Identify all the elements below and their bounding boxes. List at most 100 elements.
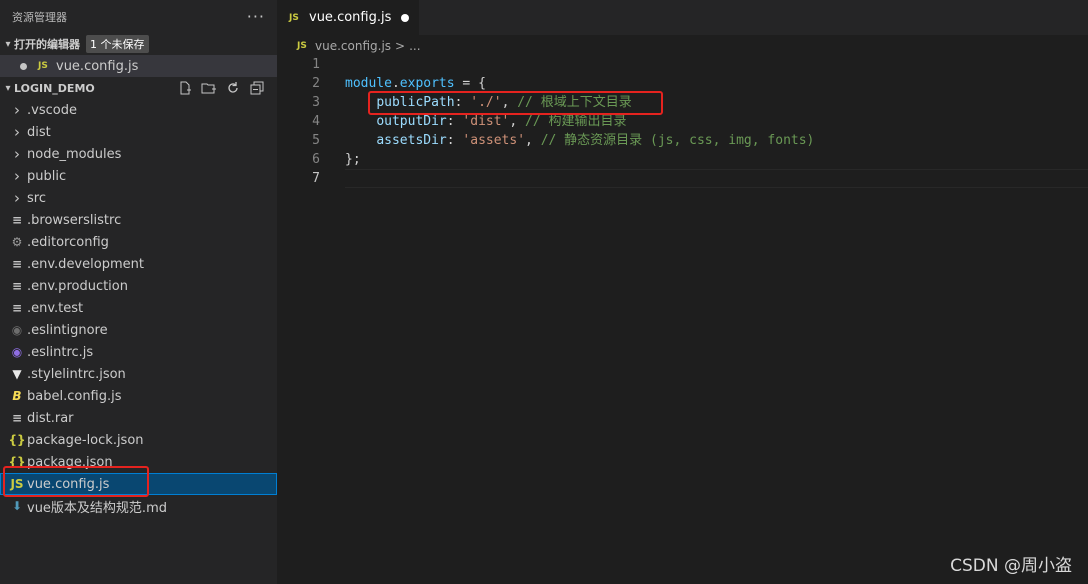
file-item[interactable]: ≡ .browserslistrc <box>0 209 277 231</box>
folder-item[interactable]: › node_modules <box>0 143 277 165</box>
code-token: assetsDir <box>376 133 447 148</box>
code-token: : <box>446 114 463 129</box>
tree-item-label: .env.test <box>27 300 84 316</box>
unsaved-badge: 1 个未保存 <box>86 35 149 53</box>
tree-item-label: babel.config.js <box>27 388 122 404</box>
eslint-ignore-icon: ◉ <box>11 323 23 337</box>
editor-area: JS vue.config.js JS vue.config.js > ... … <box>277 0 1088 584</box>
open-editors-title: 打开的编辑器 <box>14 38 80 51</box>
open-editor-item[interactable]: JS vue.config.js <box>0 55 277 77</box>
tree-item-label: vue版本及结构规范.md <box>27 500 167 516</box>
chevron-down-icon: ▾ <box>5 82 11 94</box>
text-file-icon: ≡ <box>11 213 23 227</box>
code-token: , <box>501 95 518 110</box>
code-token: // 根域上下文目录 <box>517 95 632 110</box>
file-item[interactable]: ≡ .env.development <box>0 253 277 275</box>
folder-item[interactable]: › .vscode <box>0 99 277 121</box>
json-icon: {} <box>8 433 26 447</box>
code-line[interactable]: 2 module.exports = { <box>277 74 1088 93</box>
code-token: module <box>345 76 392 91</box>
refresh-icon[interactable] <box>225 80 241 96</box>
code-token: 'dist' <box>462 114 510 129</box>
tree-item-label: .eslintignore <box>27 322 108 338</box>
collapse-all-icon[interactable] <box>249 80 265 96</box>
breadcrumb-file[interactable]: vue.config.js <box>315 39 391 53</box>
tree-item-label: src <box>27 190 46 206</box>
tab-label: vue.config.js <box>309 10 392 25</box>
file-item[interactable]: ≡ dist.rar <box>0 407 277 429</box>
new-file-icon[interactable] <box>177 80 193 96</box>
folder-item[interactable]: › dist <box>0 121 277 143</box>
line-number: 4 <box>312 114 320 129</box>
breadcrumb: JS vue.config.js > ... <box>277 35 1088 57</box>
vscode-window: 资源管理器 ··· ▾ 打开的编辑器 1 个未保存 JS vue.config.… <box>0 0 1088 584</box>
file-tree: › .vscode › dist › node_modules › public › src ≡ .b… <box>0 99 277 517</box>
line-number: 6 <box>312 152 320 167</box>
code-line[interactable]: 7 <box>277 169 1088 188</box>
tree-item-label: .vscode <box>27 102 77 118</box>
code-token: 'assets' <box>462 133 526 148</box>
unsaved-dot-icon[interactable] <box>401 13 410 22</box>
json-icon: {} <box>8 455 26 469</box>
code-line[interactable]: 6}; <box>277 150 1088 169</box>
text-file-icon: ≡ <box>11 257 23 271</box>
file-item[interactable]: ⚙ .editorconfig <box>0 231 277 253</box>
babel-icon: B <box>12 389 22 403</box>
file-item[interactable]: {} package.json <box>0 451 277 473</box>
file-item[interactable]: {} package-lock.json <box>0 429 277 451</box>
unsaved-dot-icon[interactable] <box>20 62 27 70</box>
code-token: = { <box>454 76 486 91</box>
text-file-icon: ≡ <box>11 301 23 315</box>
markdown-icon: ⬇ <box>11 499 23 513</box>
file-item[interactable]: ≡ .env.test <box>0 297 277 319</box>
more-actions-icon[interactable]: ··· <box>247 7 265 26</box>
code-editor[interactable]: 1 2 module.exports = {3 publicPath: './', … <box>277 55 1088 188</box>
chevron-right-icon: › <box>14 123 20 141</box>
folder-item[interactable]: › src <box>0 187 277 209</box>
file-item[interactable]: ◉ .eslintignore <box>0 319 277 341</box>
gear-icon: ⚙ <box>11 235 23 249</box>
text-file-icon: ≡ <box>11 279 23 293</box>
code-text: assetsDir: 'assets', // 静态资源目录 (js, css,… <box>345 131 814 150</box>
js-file-icon: JS <box>289 12 299 23</box>
file-item[interactable]: ≡ .env.production <box>0 275 277 297</box>
open-editors-section[interactable]: ▾ 打开的编辑器 1 个未保存 <box>0 33 277 55</box>
js-file-icon: JS <box>38 61 48 71</box>
new-folder-icon[interactable] <box>201 80 217 96</box>
code-line[interactable]: 1 <box>277 55 1088 74</box>
code-token: , <box>509 114 526 129</box>
project-section[interactable]: ▾ LOGIN_DEMO <box>0 77 277 99</box>
breadcrumb-rest[interactable]: ... <box>409 39 420 53</box>
folder-item[interactable]: › public <box>0 165 277 187</box>
tree-item-label: dist.rar <box>27 410 74 426</box>
code-line[interactable]: 4 outputDir: 'dist', // 构建输出目录 <box>277 112 1088 131</box>
code-token: }; <box>345 152 361 167</box>
stylelint-icon: ▼ <box>12 367 22 381</box>
code-token: , <box>525 133 541 148</box>
tree-item-label: node_modules <box>27 146 122 162</box>
file-item[interactable]: ▼ .stylelintrc.json <box>0 363 277 385</box>
line-number: 3 <box>312 95 320 110</box>
text-file-icon: ≡ <box>11 411 23 425</box>
tree-item-label: vue.config.js <box>27 476 110 492</box>
js-file-icon: JS <box>10 477 24 491</box>
chevron-down-icon: ▾ <box>5 38 11 50</box>
eslint-icon: ◉ <box>11 345 23 359</box>
tree-item-label: package-lock.json <box>27 432 144 448</box>
chevron-right-icon: › <box>14 145 20 163</box>
tab-vue-config[interactable]: JS vue.config.js <box>277 0 420 35</box>
code-line[interactable]: 5 assetsDir: 'assets', // 静态资源目录 (js, cs… <box>277 131 1088 150</box>
file-item[interactable]: JS vue.config.js <box>0 473 277 495</box>
code-token: publicPath <box>376 95 455 110</box>
file-item[interactable]: Bbabel.config.js <box>0 385 277 407</box>
code-text: }; <box>345 150 361 169</box>
file-item[interactable]: ⬇ vue版本及结构规范.md <box>0 495 277 517</box>
project-actions <box>177 80 265 96</box>
chevron-right-icon: › <box>14 189 20 207</box>
file-item[interactable]: ◉ .eslintrc.js <box>0 341 277 363</box>
tree-item-label: .editorconfig <box>27 234 109 250</box>
code-line[interactable]: 3 publicPath: './', // 根域上下文目录 <box>277 93 1088 112</box>
watermark: CSDN @周小盗 <box>950 556 1072 576</box>
